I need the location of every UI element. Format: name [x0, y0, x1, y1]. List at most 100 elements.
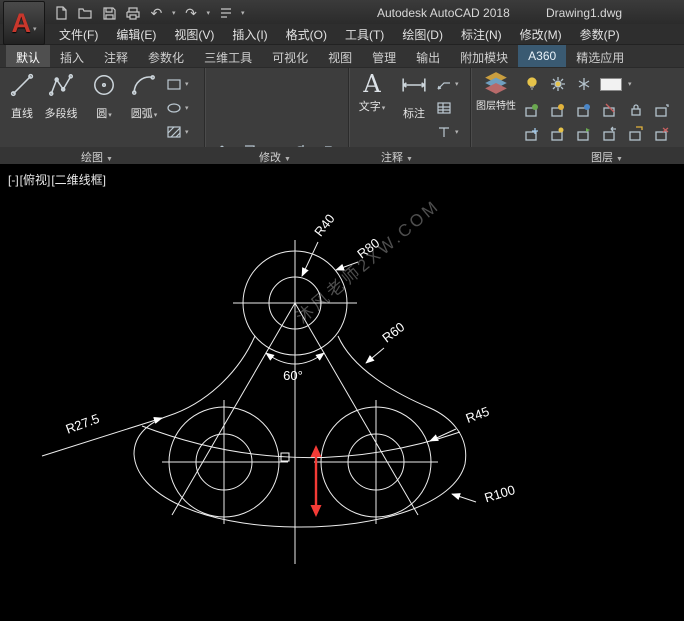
text-style-tool[interactable]: ▾: [436, 124, 459, 140]
drawing-canvas[interactable]: 沐风老师2XW.COM: [0, 164, 684, 621]
new-file-icon[interactable]: [52, 4, 69, 21]
leader-tool[interactable]: ▾: [436, 76, 459, 92]
ellipse-dropdown-icon[interactable]: ▾: [185, 104, 189, 112]
line-tool[interactable]: 直线: [4, 72, 40, 121]
layer-unisolate-icon[interactable]: [574, 100, 594, 120]
title-bar: ↶ ▾ ↷ ▾ ▾ Autodesk AutoCAD 2018 Drawing1…: [0, 0, 684, 25]
layer-isolate-icon[interactable]: [548, 100, 568, 120]
tab-parametric[interactable]: 参数化: [138, 45, 194, 67]
leader-dropdown-icon[interactable]: ▾: [455, 80, 459, 88]
tab-annotate[interactable]: 注释: [94, 45, 138, 67]
arc-dropdown-icon[interactable]: ▾: [154, 112, 158, 119]
tab-3d-tools[interactable]: 三维工具: [194, 45, 262, 67]
layer-current-icon[interactable]: [574, 124, 594, 144]
ribbon-tab-bar: 默认 插入 注释 参数化 三维工具 可视化 视图 管理 输出 附加模块 A360…: [0, 45, 684, 67]
r40-leader: [302, 242, 318, 276]
layer-delete-icon[interactable]: [652, 124, 672, 144]
redo-icon[interactable]: ↷: [183, 4, 200, 21]
menu-view[interactable]: 视图(V): [165, 24, 223, 45]
tab-output[interactable]: 输出: [406, 45, 450, 67]
tab-visualize[interactable]: 可视化: [262, 45, 318, 67]
rectangle-tool[interactable]: ▾: [166, 76, 189, 92]
menu-dimension[interactable]: 标注(N): [452, 24, 511, 45]
text-tool-icon: A: [354, 72, 390, 96]
r60-leader: [366, 348, 384, 363]
viewport-controls: [-][俯视][二维线框]: [8, 171, 107, 188]
polyline-tool[interactable]: 多段线: [40, 72, 82, 121]
r27-5-leader: [42, 418, 162, 456]
autocad-logo: A: [11, 10, 31, 37]
hatch-dropdown-icon[interactable]: ▾: [185, 128, 189, 136]
layer-on-bulb-icon[interactable]: [522, 74, 542, 94]
menu-bar: 文件(F) 编辑(E) 视图(V) 插入(I) 格式(O) 工具(T) 绘图(D…: [0, 24, 684, 45]
undo-dropdown-icon[interactable]: ▾: [172, 9, 176, 17]
red-double-arrow[interactable]: [311, 445, 322, 517]
menu-edit[interactable]: 编辑(E): [107, 24, 165, 45]
save-icon[interactable]: [100, 4, 117, 21]
tab-featured-apps[interactable]: 精选应用: [566, 45, 634, 67]
open-file-icon[interactable]: [76, 4, 93, 21]
annotate-panel-caption[interactable]: 注释▼: [362, 149, 432, 165]
plot-icon[interactable]: [124, 4, 141, 21]
dimension-tool[interactable]: 标注: [396, 72, 432, 121]
menu-modify[interactable]: 修改(M): [511, 24, 571, 45]
layer-thaw-icon[interactable]: [548, 124, 568, 144]
viewport-controls-toggle[interactable]: [-]: [8, 173, 19, 187]
layers-caption-arrow-icon: ▼: [616, 156, 623, 163]
qat-customize-icon[interactable]: ▾: [241, 9, 245, 17]
text-dropdown-icon[interactable]: ▾: [382, 105, 386, 112]
app-title: Autodesk AutoCAD 2018: [377, 6, 510, 20]
menu-draw[interactable]: 绘图(D): [393, 24, 452, 45]
draw-caption-arrow-icon: ▼: [106, 156, 113, 163]
layer-sun-icon[interactable]: [548, 74, 568, 94]
tab-home[interactable]: 默认: [6, 45, 50, 67]
layer-color-swatch[interactable]: [600, 78, 622, 91]
layer-off-icon[interactable]: [600, 100, 620, 120]
dim-r100: R100: [483, 482, 517, 505]
layer-properties-button[interactable]: 图层特性: [476, 70, 516, 113]
menu-parametric[interactable]: 参数(P): [571, 24, 629, 45]
tab-manage[interactable]: 管理: [362, 45, 406, 67]
draw-panel-caption[interactable]: 绘图▼: [62, 149, 132, 165]
menu-format[interactable]: 格式(O): [277, 24, 336, 45]
layer-freeze-tool-icon[interactable]: [522, 124, 542, 144]
tab-a360[interactable]: A360: [518, 45, 566, 67]
circle-tool[interactable]: 圆▾: [86, 72, 122, 121]
layer-list-dropdown-icon[interactable]: ▾: [628, 80, 632, 88]
text-tool[interactable]: A 文字▾: [354, 72, 390, 114]
layer-lock-icon[interactable]: [626, 100, 646, 120]
document-title: Drawing1.dwg: [546, 6, 622, 20]
table-tool[interactable]: [436, 100, 452, 116]
layer-state-row: ▾: [522, 74, 632, 94]
tab-view[interactable]: 视图: [318, 45, 362, 67]
tab-insert[interactable]: 插入: [50, 45, 94, 67]
menu-insert[interactable]: 插入(I): [223, 24, 276, 45]
watermark-text: 沐风老师2XW.COM: [292, 196, 443, 327]
menu-file[interactable]: 文件(F): [50, 24, 107, 45]
redo-dropdown-icon[interactable]: ▾: [207, 9, 211, 17]
arc-tool[interactable]: 圆弧▾: [126, 72, 162, 121]
layer-prev-icon[interactable]: [600, 124, 620, 144]
ellipse-tool[interactable]: ▾: [166, 100, 189, 116]
circle-dropdown-icon[interactable]: ▾: [108, 112, 112, 119]
undo-icon[interactable]: ↶: [148, 4, 165, 21]
hatch-tool[interactable]: ▾: [166, 124, 189, 140]
layer-walk-icon[interactable]: [652, 100, 672, 120]
menu-tools[interactable]: 工具(T): [336, 24, 393, 45]
viewport-visual-style-control[interactable]: [二维线框]: [51, 173, 106, 187]
dim-r40: R40: [311, 211, 338, 239]
r100-leader: [452, 494, 476, 502]
ribbon: 直线 多段线 圆▾ 圆弧▾ ▾ ▾ ▾: [0, 67, 684, 148]
application-menu-button[interactable]: A ▾: [3, 1, 45, 45]
workspace-icon[interactable]: [217, 4, 234, 21]
tab-add-ins[interactable]: 附加模块: [450, 45, 518, 67]
text-style-dropdown-icon[interactable]: ▾: [455, 128, 459, 136]
modify-panel-caption[interactable]: 修改▼: [240, 149, 310, 165]
layer-match-icon[interactable]: [522, 100, 542, 120]
layer-tools-row-1: [522, 100, 672, 120]
layer-merge-icon[interactable]: [626, 124, 646, 144]
layer-freeze-icon[interactable]: [574, 74, 594, 94]
viewport-view-control[interactable]: [俯视]: [20, 173, 51, 187]
layers-panel-caption[interactable]: 图层▼: [572, 149, 642, 165]
rectangle-dropdown-icon[interactable]: ▾: [185, 80, 189, 88]
